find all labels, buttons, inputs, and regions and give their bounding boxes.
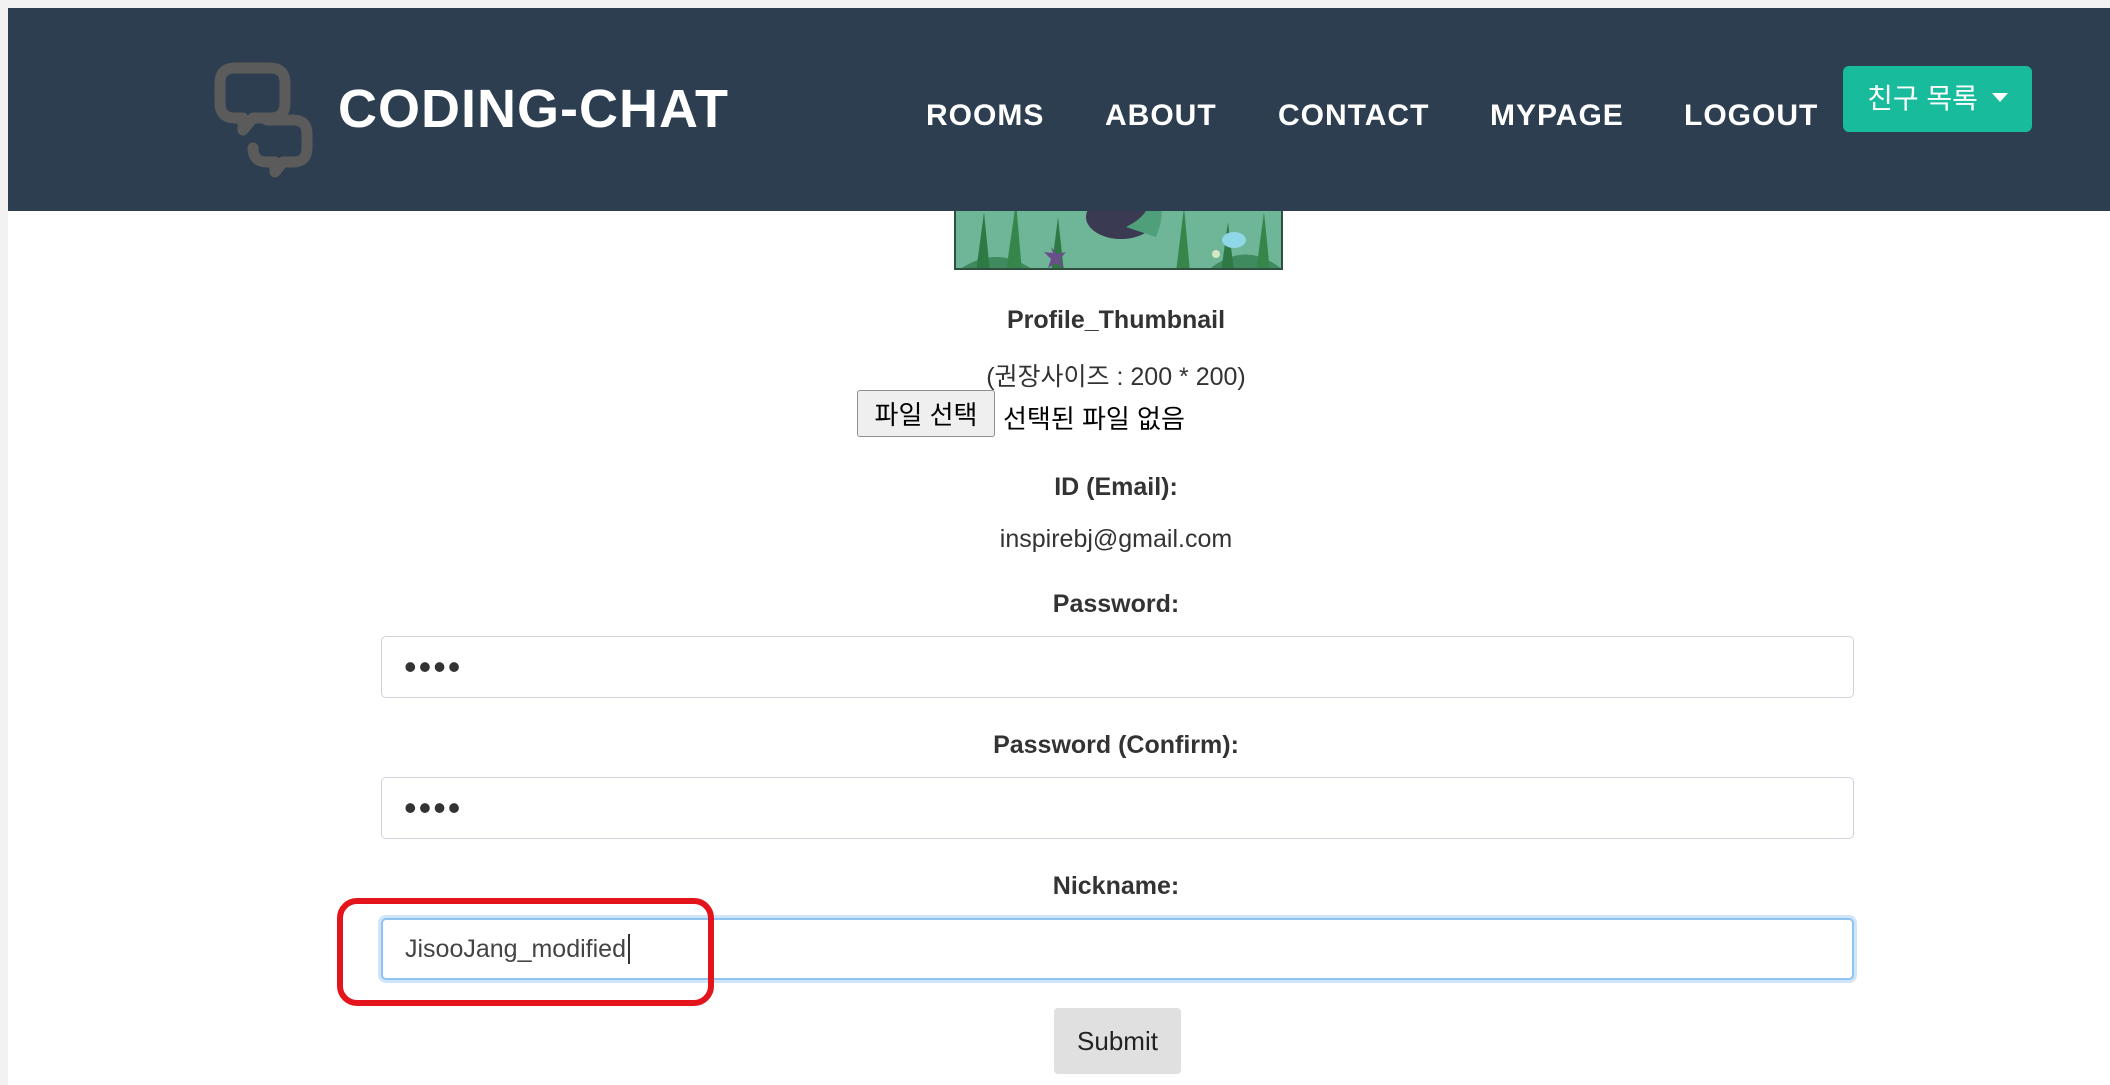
- submit-button[interactable]: Submit: [1054, 1008, 1181, 1074]
- caret-down-icon: [1991, 92, 2008, 102]
- id-email-label: ID (Email):: [1054, 473, 1178, 501]
- password-confirm-label: Password (Confirm):: [993, 731, 1239, 759]
- nickname-value: JisooJang_modified: [405, 934, 626, 963]
- nav-link-contact[interactable]: CONTACT: [1278, 99, 1429, 133]
- friends-list-dropdown-button[interactable]: 친구 목록: [1843, 66, 2032, 132]
- text-cursor: [627, 934, 630, 964]
- password-confirm-masked-value: ••••: [404, 787, 463, 828]
- navbar: CODING-CHAT ROOMS ABOUT CONTACT MYPAGE L…: [8, 8, 2110, 211]
- brand-title[interactable]: CODING-CHAT: [338, 78, 729, 140]
- window-frame-top: [0, 0, 2110, 8]
- friends-list-label: 친구 목록: [1867, 83, 1978, 114]
- password-input[interactable]: ••••: [381, 636, 1854, 698]
- profile-thumbnail-label: Profile_Thumbnail: [1006, 306, 1226, 334]
- nav-link-rooms[interactable]: ROOMS: [926, 99, 1044, 133]
- password-label: Password:: [1052, 590, 1180, 618]
- nickname-label: Nickname:: [1052, 872, 1180, 900]
- password-confirm-input[interactable]: ••••: [381, 777, 1854, 839]
- chat-bubbles-logo-icon: [214, 62, 313, 178]
- id-email-value: inspirebj@gmail.com: [999, 525, 1233, 553]
- size-hint-text: (권장사이즈 : 200 * 200): [986, 363, 1246, 391]
- nav-link-logout[interactable]: LOGOUT: [1684, 99, 1818, 133]
- nav-link-about[interactable]: ABOUT: [1105, 99, 1217, 133]
- choose-file-button[interactable]: 파일 선택: [857, 390, 995, 437]
- file-status-text: 선택된 파일 없음: [1003, 404, 1185, 434]
- nickname-input[interactable]: JisooJang_modified: [381, 918, 1854, 980]
- nav-link-mypage[interactable]: MYPAGE: [1490, 99, 1624, 133]
- password-masked-value: ••••: [404, 646, 463, 687]
